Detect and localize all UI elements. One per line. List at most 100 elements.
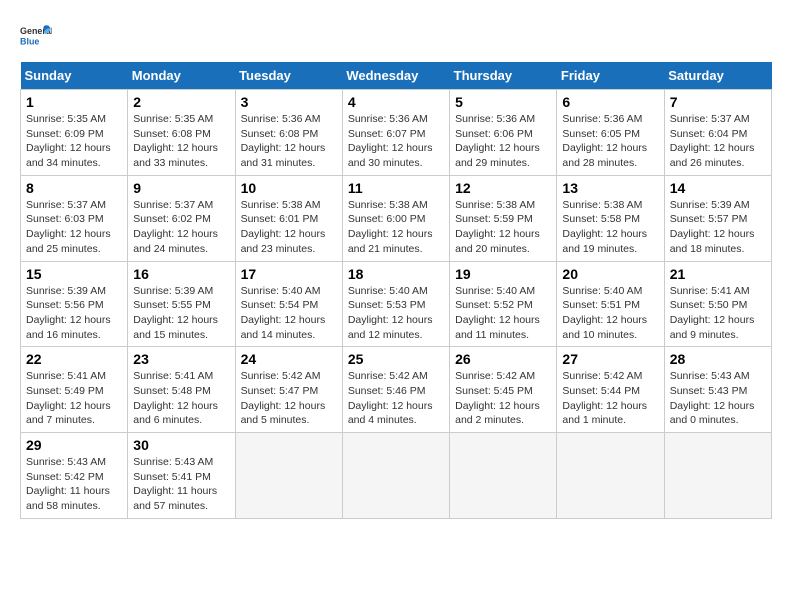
day-info: Sunrise: 5:42 AMSunset: 5:46 PMDaylight:…	[348, 369, 444, 428]
table-row: 19Sunrise: 5:40 AMSunset: 5:52 PMDayligh…	[450, 261, 557, 347]
table-row: 5 Sunrise: 5:36 AMSunset: 6:06 PMDaylight…	[450, 90, 557, 176]
day-info: Sunrise: 5:43 AMSunset: 5:41 PMDaylight:…	[133, 455, 229, 514]
table-row: 11 Sunrise: 5:38 AMSunset: 6:00 PMDayligh…	[342, 175, 449, 261]
day-info: Sunrise: 5:36 AMSunset: 6:07 PMDaylight:…	[348, 112, 444, 171]
table-row: 1 Sunrise: 5:35 AMSunset: 6:09 PMDaylight…	[21, 90, 128, 176]
calendar-header-row: SundayMondayTuesdayWednesdayThursdayFrid…	[21, 62, 772, 90]
day-number: 2	[133, 94, 229, 110]
table-row: 7 Sunrise: 5:37 AMSunset: 6:04 PMDaylight…	[664, 90, 771, 176]
day-info: Sunrise: 5:39 AMSunset: 5:55 PMDaylight:…	[133, 284, 229, 343]
day-number: 18	[348, 266, 444, 282]
table-row	[342, 433, 449, 519]
day-info: Sunrise: 5:40 AMSunset: 5:54 PMDaylight:…	[241, 284, 337, 343]
table-row	[664, 433, 771, 519]
day-number: 16	[133, 266, 229, 282]
table-row: 3 Sunrise: 5:36 AMSunset: 6:08 PMDaylight…	[235, 90, 342, 176]
day-info: Sunrise: 5:38 AMSunset: 6:00 PMDaylight:…	[348, 198, 444, 257]
table-row: 15Sunrise: 5:39 AMSunset: 5:56 PMDayligh…	[21, 261, 128, 347]
day-number: 8	[26, 180, 122, 196]
day-number: 25	[348, 351, 444, 367]
day-info: Sunrise: 5:35 AMSunset: 6:09 PMDaylight:…	[26, 112, 122, 171]
day-info: Sunrise: 5:42 AMSunset: 5:45 PMDaylight:…	[455, 369, 551, 428]
day-info: Sunrise: 5:43 AMSunset: 5:42 PMDaylight:…	[26, 455, 122, 514]
page-header: GeneralBlue	[20, 20, 772, 52]
table-row: 18 Sunrise: 5:40 AMSunset: 5:53 PMDayligh…	[342, 261, 449, 347]
day-info: Sunrise: 5:41 AMSunset: 5:48 PMDaylight:…	[133, 369, 229, 428]
table-row: 13 Sunrise: 5:38 AMSunset: 5:58 PMDayligh…	[557, 175, 664, 261]
day-info: Sunrise: 5:38 AMSunset: 5:59 PMDaylight:…	[455, 198, 551, 257]
day-info: Sunrise: 5:40 AMSunset: 5:51 PMDaylight:…	[562, 284, 658, 343]
day-info: Sunrise: 5:41 AMSunset: 5:49 PMDaylight:…	[26, 369, 122, 428]
table-row: 9 Sunrise: 5:37 AMSunset: 6:02 PMDaylight…	[128, 175, 235, 261]
calendar-table: SundayMondayTuesdayWednesdayThursdayFrid…	[20, 62, 772, 519]
day-number: 1	[26, 94, 122, 110]
day-info: Sunrise: 5:40 AMSunset: 5:53 PMDaylight:…	[348, 284, 444, 343]
day-info: Sunrise: 5:38 AMSunset: 5:58 PMDaylight:…	[562, 198, 658, 257]
table-row: 25 Sunrise: 5:42 AMSunset: 5:46 PMDayligh…	[342, 347, 449, 433]
table-row: 22 Sunrise: 5:41 AMSunset: 5:49 PMDayligh…	[21, 347, 128, 433]
day-number: 4	[348, 94, 444, 110]
table-row	[235, 433, 342, 519]
day-info: Sunrise: 5:36 AMSunset: 6:08 PMDaylight:…	[241, 112, 337, 171]
table-row: 27Sunrise: 5:42 AMSunset: 5:44 PMDayligh…	[557, 347, 664, 433]
day-info: Sunrise: 5:36 AMSunset: 6:06 PMDaylight:…	[455, 112, 551, 171]
day-number: 29	[26, 437, 122, 453]
day-info: Sunrise: 5:38 AMSunset: 6:01 PMDaylight:…	[241, 198, 337, 257]
table-row: 29 Sunrise: 5:43 AMSunset: 5:42 PMDayligh…	[21, 433, 128, 519]
day-number: 11	[348, 180, 444, 196]
day-number: 17	[241, 266, 337, 282]
table-row: 21 Sunrise: 5:41 AMSunset: 5:50 PMDayligh…	[664, 261, 771, 347]
day-number: 13	[562, 180, 658, 196]
day-header-monday: Monday	[128, 62, 235, 90]
table-row: 24 Sunrise: 5:42 AMSunset: 5:47 PMDayligh…	[235, 347, 342, 433]
day-number: 22	[26, 351, 122, 367]
day-header-thursday: Thursday	[450, 62, 557, 90]
calendar-week-row: 29 Sunrise: 5:43 AMSunset: 5:42 PMDayligh…	[21, 433, 772, 519]
day-number: 6	[562, 94, 658, 110]
table-row: 8 Sunrise: 5:37 AMSunset: 6:03 PMDaylight…	[21, 175, 128, 261]
logo: GeneralBlue	[20, 20, 52, 52]
day-info: Sunrise: 5:39 AMSunset: 5:57 PMDaylight:…	[670, 198, 766, 257]
day-number: 12	[455, 180, 551, 196]
table-row: 30 Sunrise: 5:43 AMSunset: 5:41 PMDayligh…	[128, 433, 235, 519]
table-row: 10 Sunrise: 5:38 AMSunset: 6:01 PMDayligh…	[235, 175, 342, 261]
day-info: Sunrise: 5:39 AMSunset: 5:56 PMDaylight:…	[26, 284, 122, 343]
day-number: 30	[133, 437, 229, 453]
calendar-week-row: 1 Sunrise: 5:35 AMSunset: 6:09 PMDaylight…	[21, 90, 772, 176]
day-header-sunday: Sunday	[21, 62, 128, 90]
calendar-week-row: 8 Sunrise: 5:37 AMSunset: 6:03 PMDaylight…	[21, 175, 772, 261]
day-number: 20	[562, 266, 658, 282]
day-number: 28	[670, 351, 766, 367]
day-number: 10	[241, 180, 337, 196]
day-info: Sunrise: 5:43 AMSunset: 5:43 PMDaylight:…	[670, 369, 766, 428]
table-row	[557, 433, 664, 519]
table-row: 20 Sunrise: 5:40 AMSunset: 5:51 PMDayligh…	[557, 261, 664, 347]
day-info: Sunrise: 5:40 AMSunset: 5:52 PMDaylight:…	[455, 284, 551, 343]
table-row: 28 Sunrise: 5:43 AMSunset: 5:43 PMDayligh…	[664, 347, 771, 433]
day-header-tuesday: Tuesday	[235, 62, 342, 90]
table-row: 12 Sunrise: 5:38 AMSunset: 5:59 PMDayligh…	[450, 175, 557, 261]
day-number: 7	[670, 94, 766, 110]
day-info: Sunrise: 5:37 AMSunset: 6:03 PMDaylight:…	[26, 198, 122, 257]
day-number: 26	[455, 351, 551, 367]
day-info: Sunrise: 5:37 AMSunset: 6:02 PMDaylight:…	[133, 198, 229, 257]
calendar-week-row: 15Sunrise: 5:39 AMSunset: 5:56 PMDayligh…	[21, 261, 772, 347]
day-number: 24	[241, 351, 337, 367]
day-info: Sunrise: 5:42 AMSunset: 5:47 PMDaylight:…	[241, 369, 337, 428]
day-number: 9	[133, 180, 229, 196]
svg-text:Blue: Blue	[20, 36, 39, 46]
calendar-week-row: 22 Sunrise: 5:41 AMSunset: 5:49 PMDayligh…	[21, 347, 772, 433]
day-number: 21	[670, 266, 766, 282]
day-info: Sunrise: 5:37 AMSunset: 6:04 PMDaylight:…	[670, 112, 766, 171]
day-number: 14	[670, 180, 766, 196]
day-header-friday: Friday	[557, 62, 664, 90]
day-number: 27	[562, 351, 658, 367]
table-row: 4 Sunrise: 5:36 AMSunset: 6:07 PMDaylight…	[342, 90, 449, 176]
day-number: 3	[241, 94, 337, 110]
day-info: Sunrise: 5:36 AMSunset: 6:05 PMDaylight:…	[562, 112, 658, 171]
table-row: 16 Sunrise: 5:39 AMSunset: 5:55 PMDayligh…	[128, 261, 235, 347]
table-row: 2Sunrise: 5:35 AMSunset: 6:08 PMDaylight…	[128, 90, 235, 176]
day-info: Sunrise: 5:41 AMSunset: 5:50 PMDaylight:…	[670, 284, 766, 343]
day-number: 5	[455, 94, 551, 110]
logo-icon: GeneralBlue	[20, 20, 52, 52]
